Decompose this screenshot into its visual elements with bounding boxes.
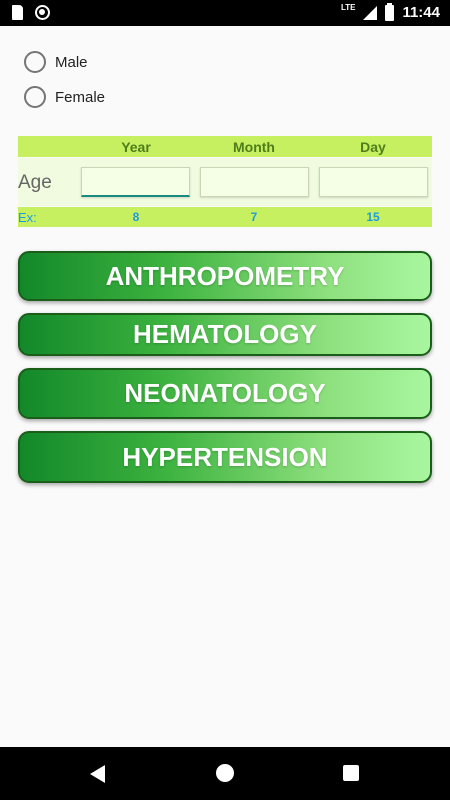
- radio-circle[interactable]: [24, 86, 46, 108]
- example-label: Ex:: [18, 210, 37, 225]
- recents-icon[interactable]: [343, 765, 359, 781]
- radio-male-label: Male: [55, 53, 88, 71]
- hypertension-button[interactable]: HYPERTENSION: [18, 431, 432, 483]
- hematology-button[interactable]: HEMATOLOGY: [18, 313, 432, 356]
- example-row: Ex: 8 7 15: [18, 207, 432, 227]
- radio-circle[interactable]: [24, 51, 46, 73]
- signal-icon: [363, 5, 378, 20]
- home-icon[interactable]: [216, 764, 234, 782]
- age-label: Age: [18, 172, 52, 193]
- neonatology-button[interactable]: NEONATOLOGY: [18, 368, 432, 419]
- header-day: Day: [360, 139, 386, 155]
- header-month: Month: [233, 139, 275, 155]
- header-year: Year: [121, 139, 151, 155]
- radio-male[interactable]: Male: [24, 51, 88, 73]
- radio-female[interactable]: Female: [24, 86, 105, 108]
- radio-female-label: Female: [55, 88, 106, 106]
- status-bar: LTE 11:44: [0, 0, 450, 26]
- anthropometry-button[interactable]: ANTHROPOMETRY: [18, 251, 432, 301]
- back-icon[interactable]: [90, 765, 105, 783]
- example-year: 8: [132, 210, 140, 224]
- clock: 11:44: [402, 4, 440, 21]
- record-icon: [35, 5, 50, 20]
- battery-icon: [385, 2, 395, 21]
- month-input[interactable]: [200, 167, 309, 197]
- age-row: Age: [18, 158, 432, 206]
- year-input[interactable]: [81, 167, 190, 197]
- sd-card-icon: [12, 5, 23, 20]
- navigation-bar: [0, 747, 450, 800]
- example-month: 7: [250, 210, 258, 224]
- age-header: Year Month Day: [18, 136, 432, 157]
- day-input[interactable]: [319, 167, 428, 197]
- example-day: 15: [366, 210, 380, 224]
- network-type: LTE: [340, 3, 356, 12]
